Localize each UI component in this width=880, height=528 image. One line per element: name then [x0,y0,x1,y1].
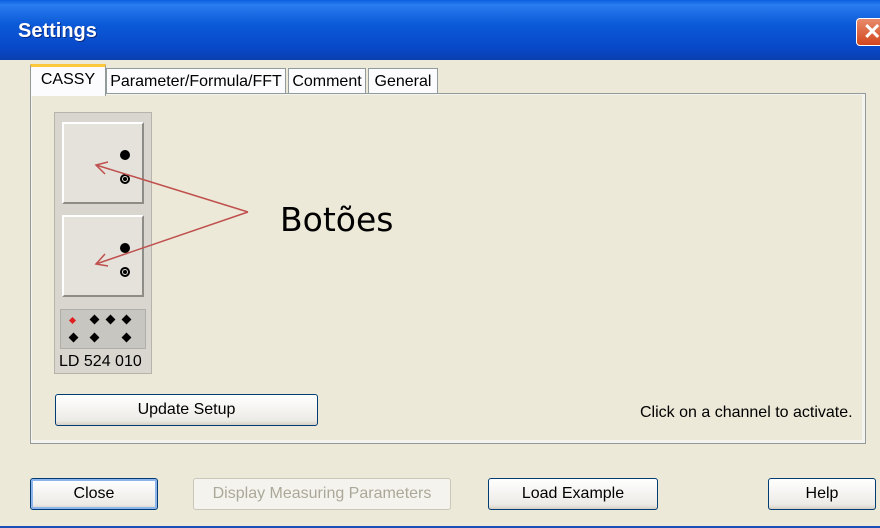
update-setup-button[interactable]: Update Setup [55,394,318,426]
input-socket-icon [120,174,130,184]
socket-icon [89,332,100,343]
window-title: Settings [18,20,97,42]
tab-comment[interactable]: Comment [288,68,366,94]
status-hint: Click on a channel to activate. [640,404,853,421]
device-model-label: LD 524 010 [59,353,142,370]
annotation-label: Botões [280,200,394,239]
load-example-button[interactable]: Load Example [488,478,658,510]
tab-general[interactable]: General [368,68,438,94]
input-socket-icon [120,267,130,277]
tab-cassy[interactable]: CASSY [30,64,106,96]
socket-icon [68,332,79,343]
led-indicator-icon [68,316,77,325]
input-dot-icon [120,150,130,160]
settings-window: Settings ✕ CASSY Parameter/Formula/FFT C… [0,0,880,528]
help-button[interactable]: Help [768,478,876,510]
socket-icon [121,314,132,325]
socket-icon [105,314,116,325]
close-icon[interactable]: ✕ [856,18,880,46]
close-button[interactable]: Close [30,478,158,510]
tab-panel-cassy [30,93,866,444]
display-measuring-parameters-button[interactable]: Display Measuring Parameters [193,478,451,510]
socket-icon [121,332,132,343]
channel-button-a[interactable] [62,122,144,204]
tab-parameter-formula-fft[interactable]: Parameter/Formula/FFT [106,68,286,94]
socket-icon [89,314,100,325]
input-dot-icon [120,243,130,253]
channel-button-b[interactable] [62,215,144,297]
title-bar[interactable]: Settings ✕ [0,0,880,60]
panel-content [32,95,862,440]
relay-output-strip[interactable] [60,309,146,349]
cassy-device: LD 524 010 [54,112,152,374]
